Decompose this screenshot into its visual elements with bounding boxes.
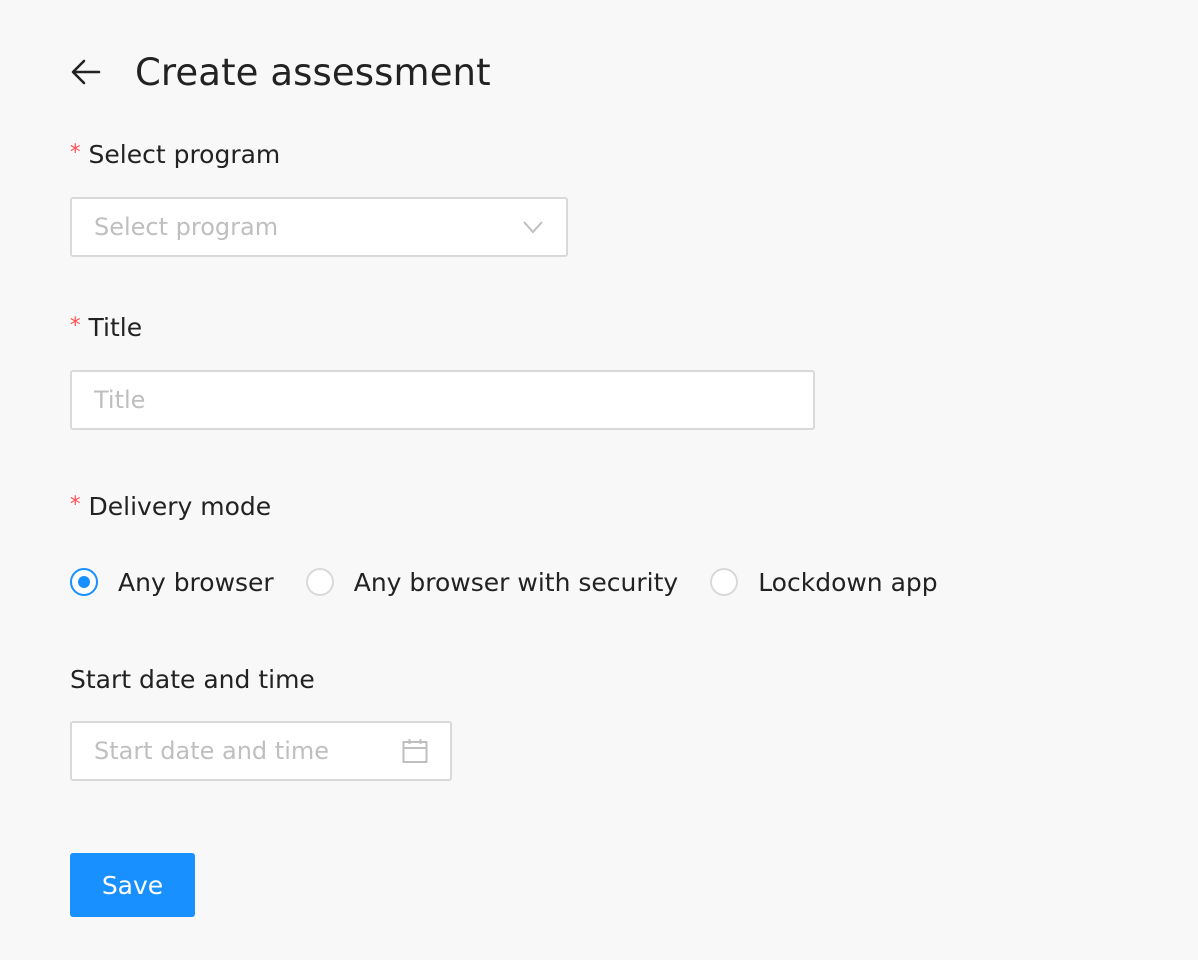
start-date-label: Start date and time xyxy=(70,665,315,694)
title-label-text: Title xyxy=(88,313,143,342)
radio-button-checked[interactable] xyxy=(70,568,98,596)
required-mark: * xyxy=(70,491,81,516)
radio-any-browser[interactable]: Any browser xyxy=(70,568,274,597)
delivery-mode-label-text: Delivery mode xyxy=(88,492,272,521)
select-program-placeholder: Select program xyxy=(94,213,279,241)
page-title: Create assessment xyxy=(135,50,491,94)
required-mark: * xyxy=(70,312,81,337)
select-program-label: * Select program xyxy=(70,139,281,170)
radio-button[interactable] xyxy=(710,568,739,596)
select-program-label-text: Select program xyxy=(88,140,281,169)
title-input[interactable] xyxy=(94,386,791,414)
select-program-dropdown[interactable]: Select program xyxy=(70,197,568,257)
start-date-placeholder: Start date and time xyxy=(94,737,330,765)
radio-any-browser-with-security[interactable]: Any browser with security xyxy=(305,567,679,597)
page-header: Create assessment xyxy=(70,44,491,100)
start-date-label-text: Start date and time xyxy=(70,665,315,694)
back-button[interactable] xyxy=(70,55,104,89)
title-input-wrapper xyxy=(70,370,815,430)
chevron-down-icon xyxy=(522,220,544,234)
radio-button[interactable] xyxy=(305,568,334,596)
radio-label: Lockdown app xyxy=(758,567,938,597)
save-button[interactable]: Save xyxy=(70,853,195,917)
arrow-left-icon xyxy=(71,59,101,85)
create-assessment-page: Create assessment * Select program Selec… xyxy=(0,0,1198,960)
title-label: * Title xyxy=(70,312,143,343)
delivery-mode-radio-group: Any browser Any browser with security Lo… xyxy=(70,562,970,602)
calendar-icon xyxy=(402,738,428,764)
delivery-mode-label: * Delivery mode xyxy=(70,491,272,522)
radio-label: Any browser with security xyxy=(353,567,679,597)
required-mark: * xyxy=(70,139,81,164)
radio-label: Any browser xyxy=(118,567,274,597)
radio-lockdown-app[interactable]: Lockdown app xyxy=(710,567,938,597)
start-date-picker[interactable]: Start date and time xyxy=(70,721,452,781)
